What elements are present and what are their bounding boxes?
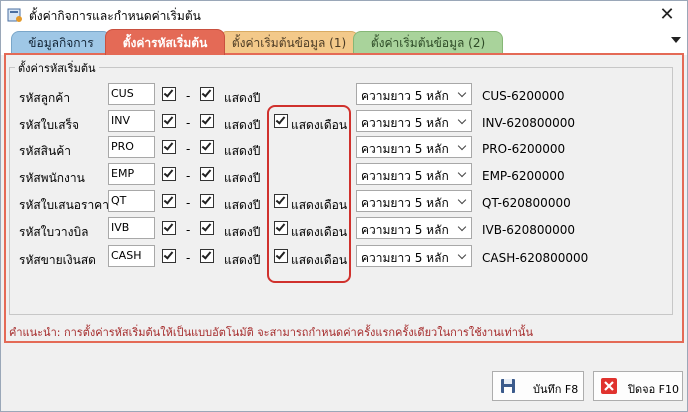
- tab-company-info[interactable]: ข้อมูลกิจการ: [11, 31, 111, 55]
- code-preview-billing: IVB-620800000: [482, 223, 576, 237]
- chevron-down-icon: [457, 250, 467, 260]
- row-label-receipt: รหัสใบเสร็จ: [19, 118, 80, 132]
- year-label: แสดงปี: [224, 144, 261, 158]
- tab-overflow-icon[interactable]: [671, 37, 681, 43]
- length-value: ความยาว 5 หลัก: [361, 196, 449, 210]
- length-value: ความยาว 5 หลัก: [361, 142, 449, 156]
- length-select-cash-sale[interactable]: ความยาว 5 หลัก: [356, 245, 472, 267]
- length-select-receipt[interactable]: ความยาว 5 หลัก: [356, 110, 472, 132]
- year-checkbox-quotation[interactable]: [200, 194, 214, 208]
- prefix-checkbox-product[interactable]: [162, 140, 176, 154]
- length-select-billing[interactable]: ความยาว 5 หลัก: [356, 217, 472, 239]
- separator-dash: -: [186, 223, 191, 237]
- year-label: แสดงปี: [224, 253, 261, 267]
- length-value: ความยาว 5 หลัก: [361, 223, 449, 237]
- year-label: แสดงปี: [224, 171, 261, 185]
- year-checkbox-cash-sale[interactable]: [200, 249, 214, 263]
- month-options-highlight: [267, 105, 351, 283]
- year-label: แสดงปี: [224, 225, 261, 239]
- window-close-icon[interactable]: ✕: [657, 4, 677, 25]
- tab-default-data-2[interactable]: ตั้งค่าเริ่มต้นข้อมูล (2): [353, 31, 503, 55]
- prefix-checkbox-cash-sale[interactable]: [162, 249, 176, 263]
- chevron-down-icon: [457, 88, 467, 98]
- code-preview-customer: CUS-6200000: [482, 89, 565, 103]
- year-checkbox-employee[interactable]: [200, 167, 214, 181]
- close-button-label: ปิดจอ F10: [628, 383, 679, 396]
- year-label: แสดงปี: [224, 198, 261, 212]
- save-button[interactable]: บันทึก F8: [492, 371, 584, 401]
- year-label: แสดงปี: [224, 118, 261, 132]
- length-value: ความยาว 5 หลัก: [361, 251, 449, 265]
- prefix-input-product[interactable]: PRO: [108, 136, 155, 158]
- row-label-quotation: รหัสใบเสนอราคา: [19, 198, 109, 212]
- tab-strip: ข้อมูลกิจการ ตั้งค่าเริ่มต้นข้อมูล (1) ต…: [1, 29, 687, 55]
- separator-dash: -: [186, 116, 191, 130]
- prefix-checkbox-quotation[interactable]: [162, 194, 176, 208]
- code-preview-quotation: QT-620800000: [482, 196, 571, 210]
- separator-dash: -: [186, 169, 191, 183]
- year-checkbox-billing[interactable]: [200, 221, 214, 235]
- close-icon: [601, 378, 617, 394]
- chevron-down-icon: [457, 141, 467, 151]
- row-label-employee: รหัสพนักงาน: [19, 171, 85, 185]
- row-label-customer: รหัสลูกค้า: [19, 91, 71, 105]
- save-button-label: บันทึก F8: [533, 383, 579, 396]
- separator-dash: -: [186, 89, 191, 103]
- separator-dash: -: [186, 142, 191, 156]
- row-label-billing: รหัสใบวางบิล: [19, 225, 89, 239]
- length-select-product[interactable]: ความยาว 5 หลัก: [356, 136, 472, 158]
- code-preview-cash-sale: CASH-620800000: [482, 251, 589, 265]
- prefix-input-employee[interactable]: EMP: [108, 163, 155, 185]
- prefix-checkbox-billing[interactable]: [162, 221, 176, 235]
- separator-dash: -: [186, 196, 191, 210]
- prefix-input-receipt[interactable]: INV: [108, 110, 155, 132]
- app-icon: [7, 8, 22, 22]
- group-title: ตั้งค่ารหัสเริ่มต้น: [15, 59, 99, 77]
- prefix-input-cash-sale[interactable]: CASH: [108, 245, 155, 267]
- year-checkbox-product[interactable]: [200, 140, 214, 154]
- chevron-down-icon: [457, 222, 467, 232]
- tab-default-data-1[interactable]: ตั้งค่าเริ่มต้นข้อมูล (1): [219, 31, 359, 55]
- length-value: ความยาว 5 หลัก: [361, 169, 449, 183]
- tab-default-codes[interactable]: ตั้งค่ารหัสเริ่มต้น: [105, 29, 225, 55]
- window-title: ตั้งค่ากิจการและกำหนดค่าเริ่มต้น: [29, 9, 201, 23]
- title-bar: ตั้งค่ากิจการและกำหนดค่าเริ่มต้น ✕: [1, 1, 687, 29]
- length-select-customer[interactable]: ความยาว 5 หลัก: [356, 83, 472, 105]
- settings-window: ตั้งค่ากิจการและกำหนดค่าเริ่มต้น ✕ ข้อมู…: [0, 0, 688, 412]
- code-preview-receipt: INV-620800000: [482, 116, 576, 130]
- length-select-quotation[interactable]: ความยาว 5 หลัก: [356, 190, 472, 212]
- prefix-checkbox-receipt[interactable]: [162, 114, 176, 128]
- length-value: ความยาว 5 หลัก: [361, 89, 449, 103]
- prefix-checkbox-customer[interactable]: [162, 87, 176, 101]
- year-checkbox-customer[interactable]: [200, 87, 214, 101]
- chevron-down-icon: [457, 115, 467, 125]
- year-label: แสดงปี: [224, 91, 261, 105]
- chevron-down-icon: [457, 195, 467, 205]
- prefix-input-billing[interactable]: IVB: [108, 217, 155, 239]
- length-select-employee[interactable]: ความยาว 5 หลัก: [356, 163, 472, 185]
- row-label-cash-sale: รหัสขายเงินสด: [19, 253, 96, 267]
- chevron-down-icon: [457, 168, 467, 178]
- prefix-input-quotation[interactable]: QT: [108, 190, 155, 212]
- save-icon: [501, 379, 515, 393]
- close-button[interactable]: ปิดจอ F10: [593, 371, 683, 401]
- row-label-product: รหัสสินค้า: [19, 144, 71, 158]
- hint-text: คำแนะนำ: การตั้งค่ารหัสเริ่มต้นให้เป็นแบ…: [9, 326, 533, 339]
- separator-dash: -: [186, 251, 191, 265]
- code-preview-product: PRO-6200000: [482, 142, 566, 156]
- prefix-checkbox-employee[interactable]: [162, 167, 176, 181]
- code-preview-employee: EMP-6200000: [482, 169, 565, 183]
- prefix-input-customer[interactable]: CUS: [108, 83, 155, 105]
- length-value: ความยาว 5 หลัก: [361, 116, 449, 130]
- year-checkbox-receipt[interactable]: [200, 114, 214, 128]
